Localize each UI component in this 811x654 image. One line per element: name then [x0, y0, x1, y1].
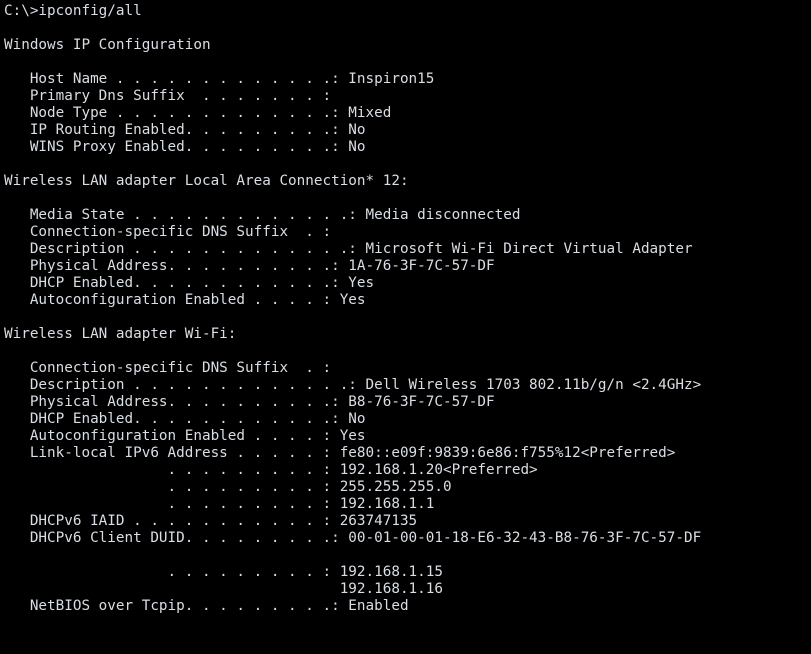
config-entry-node-type: Node Type . . . . . . . . . . . . .: Mix… — [4, 105, 392, 121]
config-entry-dhcpv6-iaid: DHCPv6 IAID . . . . . . . . . . . : 2637… — [4, 513, 418, 529]
console-output-area[interactable]: C:\>ipconfig/all Windows IP Configuratio… — [0, 0, 811, 654]
config-entry-netbios-over-tcpip: NetBIOS over Tcpip. . . . . . . . .: Ena… — [4, 598, 409, 614]
config-entry-description: Description . . . . . . . . . . . . .: M… — [4, 241, 693, 257]
config-entry-host-name: Host Name . . . . . . . . . . . . .: Ins… — [4, 71, 435, 87]
section-heading-wireless-lan-adapter-local-area-connection-12: Wireless LAN adapter Local Area Connecti… — [4, 173, 409, 189]
config-entry-autoconfiguration-enabled: Autoconfiguration Enabled . . . . : Yes — [4, 428, 366, 444]
section-heading-windows-ip-configuration: Windows IP Configuration — [4, 37, 211, 53]
config-entry-continuation: 192.168.1.16 — [4, 581, 443, 597]
config-entry-dhcp-enabled: DHCP Enabled. . . . . . . . . . . .: No — [4, 411, 366, 427]
config-entry-description: Description . . . . . . . . . . . . .: D… — [4, 377, 702, 393]
config-entry-continuation: . . . . . . . . . : 192.168.1.15 — [4, 564, 443, 580]
config-entry-dhcpv6-client-duid: DHCPv6 Client DUID. . . . . . . . .: 00-… — [4, 530, 702, 546]
config-entry-primary-dns-suffix: Primary Dns Suffix . . . . . . . : — [4, 88, 332, 104]
config-entry-physical-address: Physical Address. . . . . . . . . .: B8-… — [4, 394, 495, 410]
config-entry-dhcp-enabled: DHCP Enabled. . . . . . . . . . . .: Yes — [4, 275, 375, 291]
config-entry-connection-specific-dns-suffix: Connection-specific DNS Suffix . : — [4, 224, 332, 240]
config-entry-physical-address: Physical Address. . . . . . . . . .: 1A-… — [4, 258, 495, 274]
config-entry-continuation: . . . . . . . . . : 192.168.1.20<Preferr… — [4, 462, 538, 478]
config-entry-continuation: . . . . . . . . . : 255.255.255.0 — [4, 479, 452, 495]
config-entry-media-state: Media State . . . . . . . . . . . . .: M… — [4, 207, 521, 223]
config-entry-link-local-ipv6-address: Link-local IPv6 Address . . . . . : fe80… — [4, 445, 676, 461]
config-entry-autoconfiguration-enabled: Autoconfiguration Enabled . . . . : Yes — [4, 292, 366, 308]
command-prompt-line: C:\>ipconfig/all — [4, 3, 142, 19]
config-entry-wins-proxy-enabled: WINS Proxy Enabled. . . . . . . . .: No — [4, 139, 366, 155]
config-entry-ip-routing-enabled: IP Routing Enabled. . . . . . . . .: No — [4, 122, 366, 138]
section-heading-wireless-lan-adapter-wi-fi: Wireless LAN adapter Wi-Fi: — [4, 326, 237, 342]
config-entry-connection-specific-dns-suffix: Connection-specific DNS Suffix . : — [4, 360, 332, 376]
config-entry-continuation: . . . . . . . . . : 192.168.1.1 — [4, 496, 435, 512]
